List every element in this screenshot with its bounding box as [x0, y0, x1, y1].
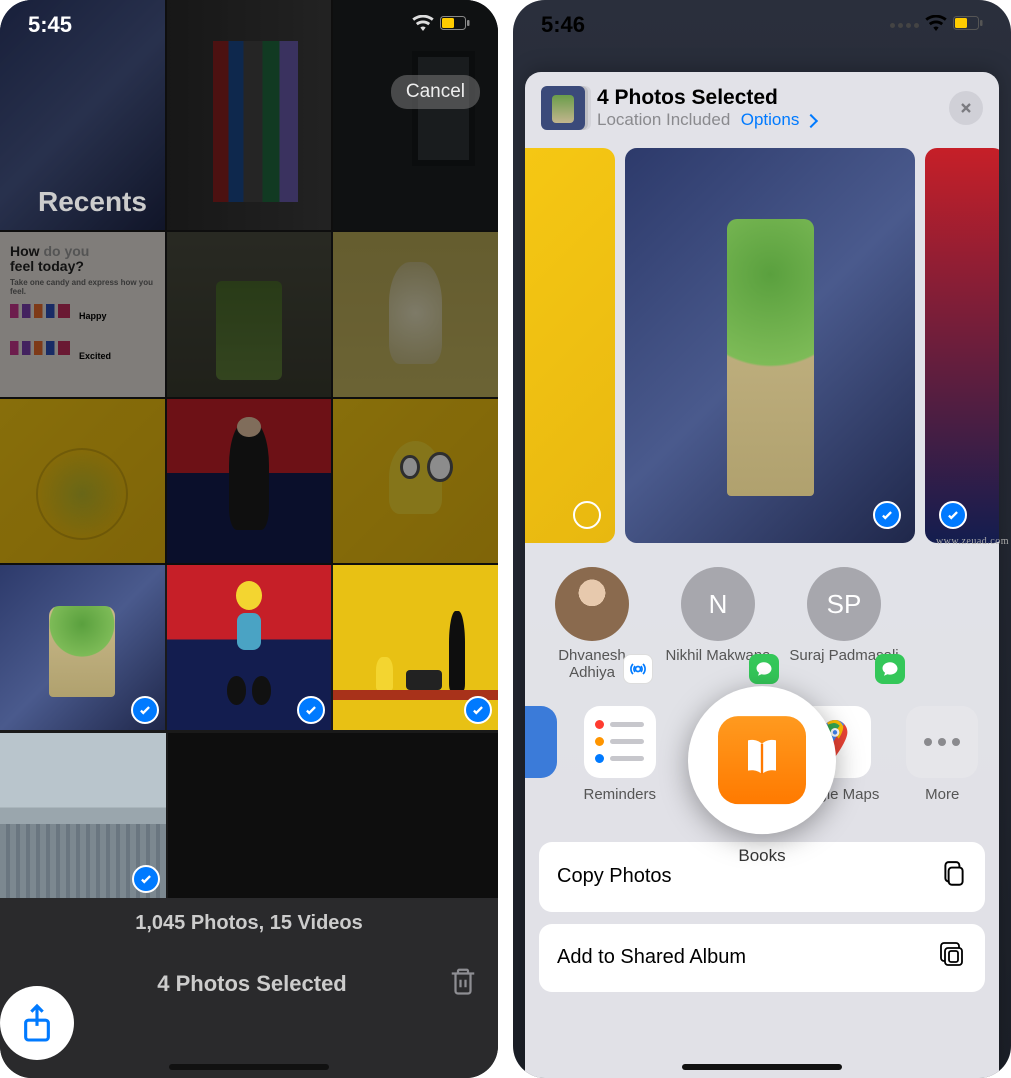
bottom-toolbar: 1,045 Photos, 15 Videos 4 Photos Selecte…: [0, 898, 498, 1078]
contact-item[interactable]: N Nikhil Makwana: [663, 567, 773, 682]
app-share-target-partial[interactable]: [525, 706, 557, 778]
reminders-icon: [584, 706, 656, 778]
selected-row: [0, 565, 498, 730]
messages-icon: [875, 654, 905, 684]
wifi-icon: [925, 15, 947, 36]
status-time: 5:45: [28, 12, 72, 38]
home-indicator[interactable]: [169, 1064, 329, 1070]
label-excited: Excited: [79, 351, 111, 361]
home-indicator[interactable]: [682, 1064, 842, 1070]
photo-thumb-selected[interactable]: [0, 565, 165, 730]
checkmark-icon: [297, 696, 325, 724]
photo-thumb-selected[interactable]: [0, 733, 166, 899]
copy-icon: [941, 860, 967, 894]
checkmark-icon[interactable]: [873, 501, 901, 529]
quote-subtext: Take one candy and express how you feel.: [10, 279, 165, 297]
trash-icon[interactable]: [448, 965, 478, 1002]
watermark-text: www.zeuad.com: [936, 536, 1009, 547]
phone-left-photos-selection: Recents Cancel How do youfeel today? Tak…: [0, 0, 498, 1078]
contact-item[interactable]: SP Suraj Padmasali: [789, 567, 899, 682]
checkmark-icon: [464, 696, 492, 724]
share-sheet: 4 Photos Selected Location Included Opti…: [525, 72, 999, 1078]
action-label: Copy Photos: [557, 865, 672, 888]
photo-thumb[interactable]: [0, 399, 165, 564]
battery-icon: [440, 16, 470, 35]
photo-thumb[interactable]: [167, 232, 332, 397]
checkmark-icon[interactable]: [939, 501, 967, 529]
photo-thumb[interactable]: [333, 232, 498, 397]
avatar: N: [681, 567, 755, 641]
photo-thumb[interactable]: [167, 399, 332, 564]
label-happy: Happy: [79, 311, 107, 321]
action-add-shared-album[interactable]: Add to Shared Album: [539, 924, 985, 992]
status-bar: 5:46: [513, 0, 1011, 50]
photo-thumb-selected[interactable]: [167, 565, 332, 730]
share-options-link[interactable]: Options: [741, 110, 816, 129]
wifi-icon: [412, 15, 434, 36]
photo-thumb[interactable]: [333, 399, 498, 564]
books-icon: [718, 716, 806, 804]
more-icon: [906, 706, 978, 778]
status-bar: 5:45: [0, 0, 498, 50]
chevron-right-icon: [804, 113, 818, 127]
photo-thumb-selected[interactable]: [333, 565, 498, 730]
app-label: More: [925, 786, 959, 803]
signal-dots-icon: [890, 23, 919, 28]
share-preview-card[interactable]: [925, 148, 999, 543]
messages-icon: [749, 654, 779, 684]
unselected-circle-icon[interactable]: [573, 501, 601, 529]
checkmark-icon: [132, 865, 160, 893]
app-label: Books: [738, 846, 785, 866]
close-icon: [958, 100, 974, 116]
selection-count-label: 4 Photos Selected: [157, 971, 347, 997]
avatar: SP: [807, 567, 881, 641]
airdrop-contacts-row[interactable]: Dhvanesh Adhiya N Nikhil Makwana SP Sura…: [525, 557, 999, 702]
share-preview-strip[interactable]: [525, 140, 999, 557]
close-button[interactable]: [949, 91, 983, 125]
share-icon: [20, 1003, 54, 1043]
quote-heading: How do youfeel today?: [10, 243, 89, 274]
share-sheet-subtitle: Location Included: [597, 110, 730, 129]
action-label: Add to Shared Album: [557, 946, 746, 969]
checkmark-icon: [131, 696, 159, 724]
airdrop-icon: [623, 654, 653, 684]
library-summary: 1,045 Photos, 15 Videos: [135, 912, 363, 935]
cancel-button[interactable]: Cancel: [391, 75, 480, 109]
share-preview-thumb: [541, 86, 585, 130]
share-preview-card[interactable]: [525, 148, 615, 543]
avatar: [555, 567, 629, 641]
share-preview-card[interactable]: [625, 148, 915, 543]
photo-grid: Recents Cancel How do youfeel today? Tak…: [0, 0, 498, 563]
share-button[interactable]: [0, 986, 74, 1060]
app-share-target-books-highlighted[interactable]: Books: [688, 686, 836, 834]
photo-thumb[interactable]: How do youfeel today? Take one candy and…: [0, 232, 165, 397]
contact-item[interactable]: Dhvanesh Adhiya: [537, 567, 647, 682]
app-share-target-reminders[interactable]: Reminders: [575, 706, 665, 803]
share-sheet-title: 4 Photos Selected: [597, 86, 937, 110]
app-label: Reminders: [583, 786, 656, 803]
shared-album-icon: [939, 942, 967, 974]
app-share-target-more[interactable]: More: [898, 706, 988, 803]
status-time: 5:46: [541, 12, 585, 38]
battery-icon: [953, 16, 983, 35]
share-sheet-header: 4 Photos Selected Location Included Opti…: [525, 72, 999, 140]
